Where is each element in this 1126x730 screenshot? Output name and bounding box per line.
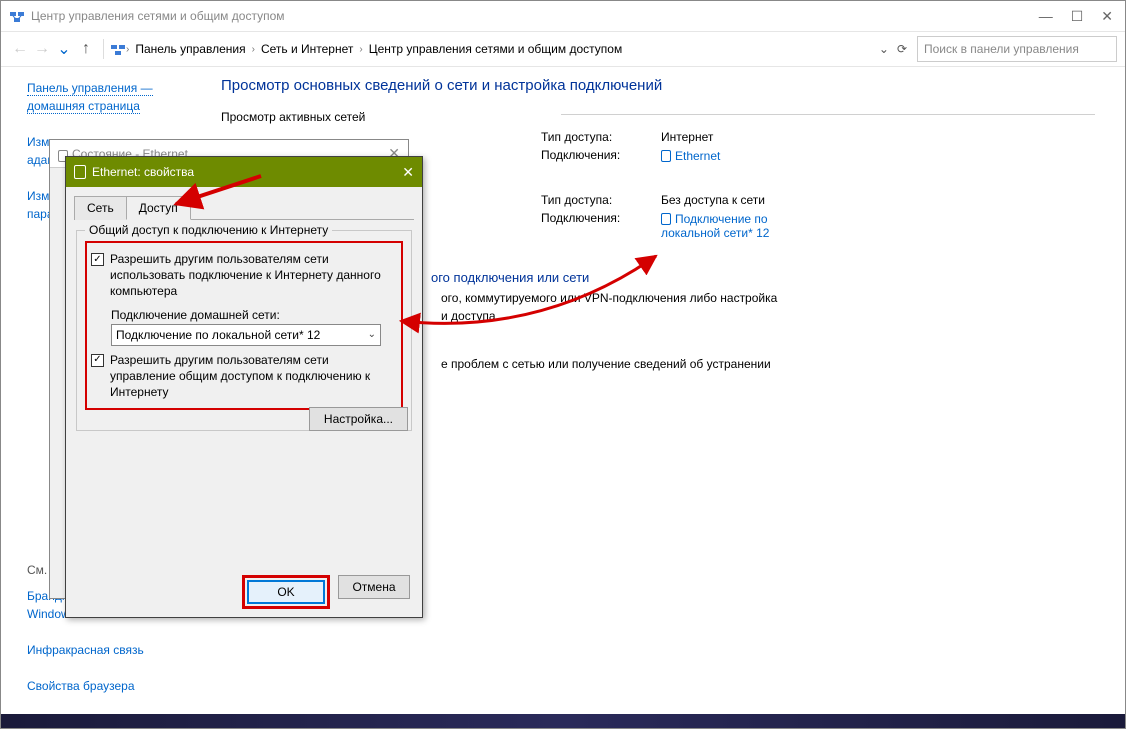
up-button[interactable]: ↑: [75, 40, 97, 58]
cancel-button[interactable]: Отмена: [338, 575, 410, 599]
link-cp-home[interactable]: Панель управления —: [27, 81, 153, 96]
path-icon: [110, 41, 126, 57]
highlight-ok: OK: [242, 575, 330, 609]
ethernet-icon: [661, 213, 671, 225]
tab-access[interactable]: Доступ: [126, 196, 191, 220]
checkbox-allow-control[interactable]: [91, 354, 104, 367]
label-connections: Подключения:: [541, 211, 661, 240]
crumb-network-center[interactable]: Центр управления сетями и общим доступом: [369, 42, 623, 56]
forward-button[interactable]: →: [31, 40, 53, 58]
text-setup-connection: ого, коммутируемого или VPN-подключения …: [441, 289, 1105, 325]
ethernet-properties-dialog: Ethernet: свойства ✕ Сеть Доступ Общий д…: [65, 156, 423, 618]
window-title: Центр управления сетями и общим доступом: [31, 9, 1039, 23]
chevron-right-icon: ›: [252, 44, 255, 55]
refresh-button[interactable]: ⟳: [897, 42, 907, 56]
crumb-control-panel[interactable]: Панель управления: [135, 42, 245, 56]
maximize-button[interactable]: ☐: [1071, 8, 1084, 25]
active-networks-label: Просмотр активных сетей: [221, 110, 1105, 124]
link-internet-options[interactable]: Свойства браузера: [27, 677, 193, 695]
link-connection-ethernet[interactable]: Ethernet: [675, 149, 720, 163]
dialog-titlebar[interactable]: Ethernet: свойства ✕: [66, 157, 422, 187]
link-connection-lan12[interactable]: локальной сети* 12: [661, 226, 769, 240]
label-home-connection: Подключение домашней сети:: [111, 308, 397, 322]
link-infrared[interactable]: Инфракрасная связь: [27, 641, 193, 659]
ethernet-icon: [74, 165, 86, 179]
recent-dropdown-icon[interactable]: ⌄: [53, 39, 75, 59]
close-button[interactable]: ✕: [1101, 8, 1113, 25]
settings-button[interactable]: Настройка...: [309, 407, 408, 431]
combo-value: Подключение по локальной сети* 12: [116, 328, 320, 342]
minimize-button[interactable]: —: [1039, 8, 1053, 25]
ics-legend: Общий доступ к подключению к Интернету: [85, 223, 332, 237]
value-access-2: Без доступа к сети: [661, 193, 765, 207]
label-access-type: Тип доступа:: [541, 193, 661, 207]
label-connections: Подключения:: [541, 148, 661, 163]
ethernet-icon: [661, 150, 671, 162]
app-icon: [9, 8, 25, 24]
taskbar-strip: [1, 714, 1125, 728]
value-access-1: Интернет: [661, 130, 713, 144]
chevron-down-icon: ⌄: [368, 329, 376, 340]
address-dropdown-icon[interactable]: ⌄: [879, 42, 889, 56]
dialog-title: Ethernet: свойства: [92, 165, 194, 179]
label-allow-control: Разрешить другим пользователям сети упра…: [110, 352, 397, 401]
breadcrumb[interactable]: › Панель управления › Сеть и Интернет › …: [126, 42, 879, 56]
network-block-2: Тип доступа:Без доступа к сети Подключен…: [541, 193, 1105, 240]
highlight-allow-sharing: Разрешить другим пользователям сети испо…: [85, 241, 403, 410]
crumb-network-internet[interactable]: Сеть и Интернет: [261, 42, 353, 56]
tab-strip: Сеть Доступ: [74, 195, 414, 220]
search-placeholder: Поиск в панели управления: [924, 42, 1079, 56]
text-troubleshoot: е проблем с сетью или получение сведений…: [441, 355, 1105, 373]
section-change-settings: ого подключения или сети: [431, 270, 1105, 285]
network-block-1: Тип доступа:Интернет Подключения: Etherne…: [541, 130, 1105, 163]
tab-network[interactable]: Сеть: [74, 196, 127, 220]
chevron-right-icon: ›: [359, 44, 362, 55]
link-connection-lan12[interactable]: Подключение по: [675, 212, 768, 226]
titlebar: Центр управления сетями и общим доступом…: [1, 1, 1125, 31]
dialog-close-button[interactable]: ✕: [402, 164, 414, 181]
back-button[interactable]: ←: [9, 40, 31, 58]
ok-button[interactable]: OK: [247, 580, 325, 604]
chevron-right-icon: ›: [126, 44, 129, 55]
checkbox-allow-sharing[interactable]: [91, 253, 104, 266]
address-bar: ← → ⌄ ↑ › Панель управления › Сеть и Инт…: [1, 31, 1125, 67]
page-heading: Просмотр основных сведений о сети и наст…: [221, 77, 1105, 94]
label-access-type: Тип доступа:: [541, 130, 661, 144]
combo-home-connection[interactable]: Подключение по локальной сети* 12 ⌄: [111, 324, 381, 346]
ics-groupbox: Общий доступ к подключению к Интернету Р…: [76, 230, 412, 431]
link-cp-home[interactable]: домашняя страница: [27, 99, 140, 114]
search-input[interactable]: Поиск в панели управления: [917, 36, 1117, 62]
label-allow-sharing: Разрешить другим пользователям сети испо…: [110, 251, 397, 300]
